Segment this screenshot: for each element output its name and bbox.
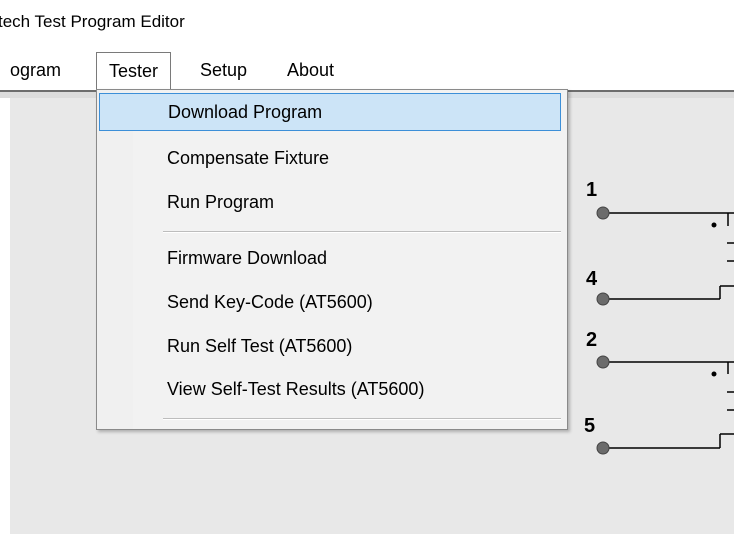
pin-1[interactable] bbox=[596, 206, 610, 220]
menu-item-run-self-test[interactable]: Run Self Test (AT5600) bbox=[99, 327, 561, 365]
menu-separator bbox=[163, 231, 561, 233]
tester-dropdown-menu: Download Program Compensate Fixture Run … bbox=[96, 89, 568, 430]
node-dot-2 bbox=[711, 371, 717, 377]
menu-item-run-program[interactable]: Run Program bbox=[99, 183, 561, 221]
menu-item-view-self-test-results[interactable]: View Self-Test Results (AT5600) bbox=[99, 370, 561, 408]
pin-4[interactable] bbox=[596, 292, 610, 306]
menu-item-send-key-code[interactable]: Send Key-Code (AT5600) bbox=[99, 283, 561, 321]
node-dot-1 bbox=[711, 222, 717, 228]
pin-label-4: 4 bbox=[586, 268, 598, 290]
pin-label-1: 1 bbox=[586, 179, 597, 201]
menu-separator-bottom bbox=[163, 418, 561, 420]
menu-item-firmware-download[interactable]: Firmware Download bbox=[99, 239, 561, 277]
menu-item-compensate-fixture[interactable]: Compensate Fixture bbox=[99, 139, 561, 177]
pin-label-2: 2 bbox=[586, 329, 597, 351]
menu-item-download-program[interactable]: Download Program bbox=[99, 93, 561, 131]
pin-2[interactable] bbox=[596, 355, 610, 369]
pin-label-5: 5 bbox=[584, 415, 595, 437]
pin-5[interactable] bbox=[596, 441, 610, 455]
